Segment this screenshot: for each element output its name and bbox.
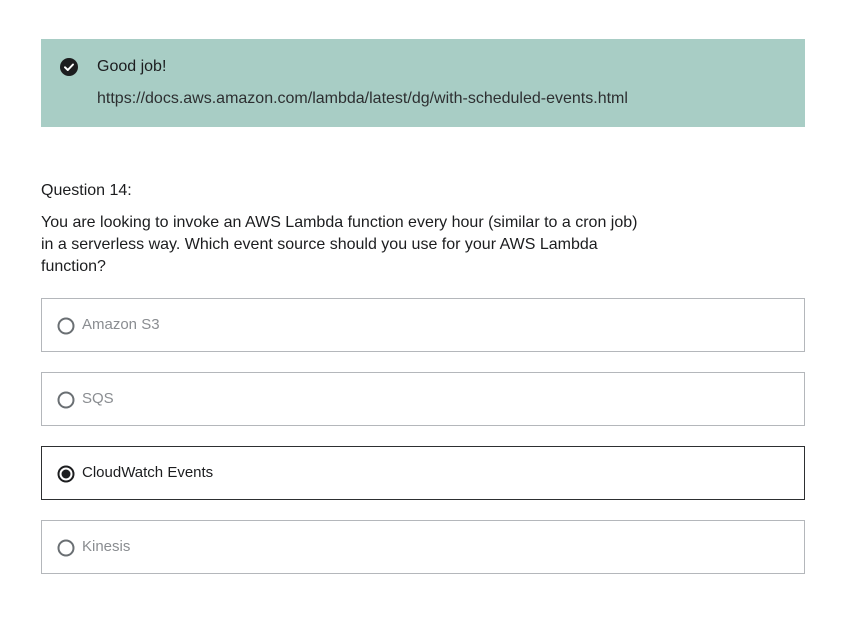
check-circle-icon: [60, 58, 78, 76]
feedback-banner: Good job! https://docs.aws.amazon.com/la…: [41, 39, 805, 127]
radio-checked-icon[interactable]: [57, 465, 75, 483]
answer-option-kinesis[interactable]: Kinesis: [41, 520, 805, 574]
answer-option-label: SQS: [82, 390, 114, 407]
radio-unchecked-icon[interactable]: [57, 539, 75, 557]
feedback-title: Good job!: [97, 58, 167, 75]
answer-option-cloudwatch-events[interactable]: CloudWatch Events: [41, 446, 805, 500]
question-text: You are looking to invoke an AWS Lambda …: [41, 214, 638, 275]
radio-unchecked-icon[interactable]: [57, 317, 75, 335]
answer-option-label: Kinesis: [82, 538, 131, 555]
answer-option-amazon-s3[interactable]: Amazon S3: [41, 298, 805, 352]
answer-option-sqs[interactable]: SQS: [41, 372, 805, 426]
question-number: Question 14:: [41, 182, 132, 199]
answer-option-label: Amazon S3: [82, 316, 160, 333]
radio-unchecked-icon[interactable]: [57, 391, 75, 409]
answer-option-label: CloudWatch Events: [82, 464, 214, 481]
reference-link[interactable]: https://docs.aws.amazon.com/lambda/lates…: [97, 90, 628, 108]
